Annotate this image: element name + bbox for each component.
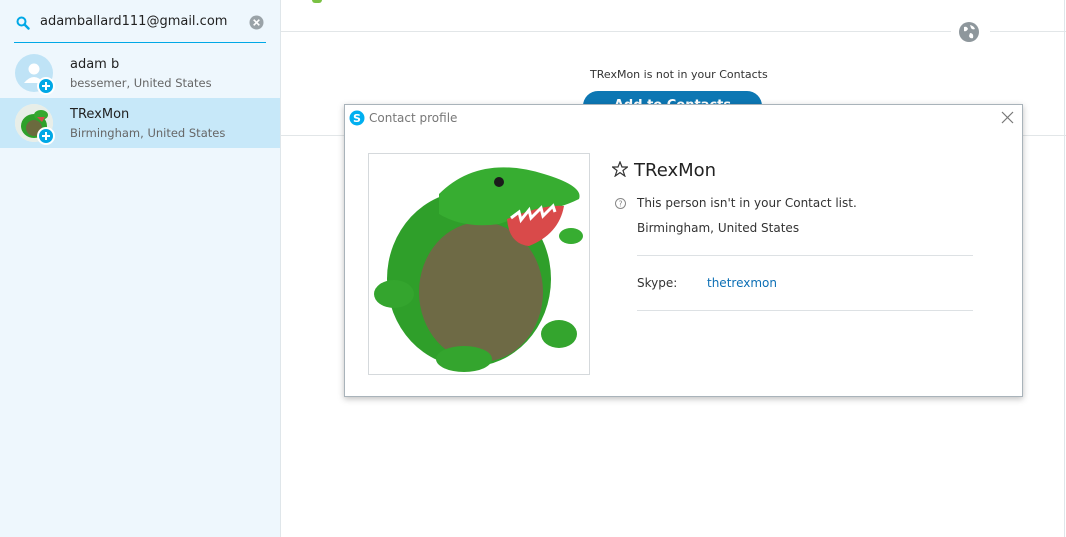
- profile-location: Birmingham, United States: [637, 221, 800, 235]
- svg-text:S: S: [353, 112, 361, 125]
- close-icon[interactable]: [1001, 111, 1014, 124]
- profile-name: TRexMon: [634, 160, 717, 181]
- skype-id-link[interactable]: thetrexmon: [707, 276, 777, 290]
- contacts-sidebar: adamballard111@gmail.com adam b bessemer…: [0, 0, 281, 537]
- window-edge: [1064, 0, 1065, 537]
- header-decoration: [312, 0, 322, 3]
- dialog-titlebar[interactable]: S Contact profile: [345, 105, 1022, 131]
- default-user-avatar: [15, 54, 55, 95]
- contact-name: adam b: [70, 57, 120, 72]
- header-divider: [281, 31, 951, 32]
- contact-status-text: This person isn't in your Contact list.: [637, 196, 857, 210]
- contact-list-item[interactable]: adam b bessemer, United States: [0, 48, 280, 98]
- add-contact-badge-icon: [37, 77, 55, 95]
- contact-list-item-selected[interactable]: TRexMon Birmingham, United States: [0, 98, 280, 148]
- search-input[interactable]: adamballard111@gmail.com: [40, 14, 227, 29]
- globe-icon[interactable]: [958, 21, 980, 43]
- help-icon: ?: [615, 198, 626, 209]
- add-contact-badge-icon: [37, 127, 55, 145]
- clear-search-icon[interactable]: [249, 15, 264, 30]
- skype-logo-icon: S: [349, 110, 365, 126]
- trex-plush-image: [369, 154, 589, 374]
- dialog-title: Contact profile: [369, 111, 458, 125]
- divider: [637, 310, 973, 311]
- contact-location: bessemer, United States: [70, 76, 212, 90]
- contact-profile-dialog: S Contact profile TRexMon ? This person …: [344, 104, 1023, 397]
- search-box[interactable]: adamballard111@gmail.com: [14, 8, 266, 43]
- contact-location: Birmingham, United States: [70, 126, 226, 140]
- trex-avatar: [15, 104, 55, 145]
- not-in-contacts-notice: TRexMon is not in your Contacts: [590, 68, 768, 81]
- skype-label: Skype:: [637, 276, 678, 290]
- profile-photo: [368, 153, 590, 375]
- header-divider: [990, 31, 1066, 32]
- svg-text:?: ?: [619, 200, 623, 209]
- divider: [637, 255, 973, 256]
- contact-name: TRexMon: [70, 107, 130, 122]
- search-icon: [16, 16, 30, 30]
- favorite-star-icon[interactable]: [612, 161, 628, 177]
